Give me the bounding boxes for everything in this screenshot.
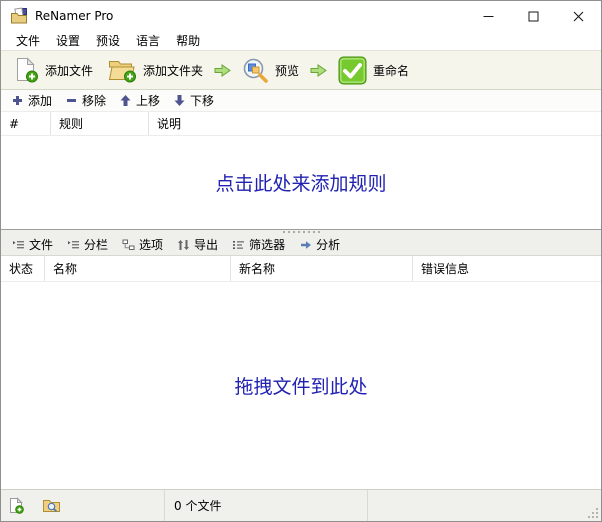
rename-label: 重命名: [373, 63, 410, 78]
splitter-grip-icon: [282, 231, 320, 233]
filters-menu-label: 筛选器: [249, 238, 286, 252]
preview-label: 预览: [275, 63, 300, 78]
green-right-arrow-icon: [214, 63, 231, 78]
minimize-button[interactable]: [466, 1, 511, 31]
arrow-up-icon: [120, 95, 131, 106]
files-column-error[interactable]: 错误信息: [413, 256, 601, 281]
minimize-icon: [483, 15, 494, 17]
files-menu-button[interactable]: 文件: [5, 236, 60, 253]
add-rule-button[interactable]: 添加: [5, 92, 59, 109]
rules-column-rule[interactable]: 规则: [51, 112, 149, 135]
statusbar-spacer: [368, 490, 601, 521]
files-column-status[interactable]: 状态: [1, 256, 45, 281]
renamer-pro-window: ReNamer Pro 文件 设置 预设 语言 帮助 添加文件 添加文件夹 预览…: [0, 0, 602, 522]
files-column-name[interactable]: 名称: [45, 256, 231, 281]
menu-help[interactable]: 帮助: [168, 32, 208, 49]
export-menu-button[interactable]: 导出: [170, 236, 225, 253]
rules-toolbar: 添加 移除 上移 下移: [1, 90, 601, 112]
files-menu-label: 文件: [29, 238, 54, 252]
page-plus-icon: [17, 57, 38, 83]
menu-settings[interactable]: 设置: [48, 32, 88, 49]
filters-menu-button[interactable]: 筛选器: [225, 236, 292, 253]
plus-icon: [13, 96, 22, 105]
menu-language[interactable]: 语言: [128, 32, 168, 49]
maximize-button[interactable]: [511, 1, 556, 31]
close-button[interactable]: [556, 1, 601, 31]
move-up-button[interactable]: 上移: [113, 92, 167, 109]
analyze-menu-label: 分析: [316, 238, 341, 252]
green-right-arrow-icon: [310, 63, 327, 78]
rules-table-header: # 规则 说明: [1, 112, 601, 136]
statusbar-actions: [1, 490, 165, 521]
filter-list-icon: [233, 240, 245, 249]
statusbar-add-file-button[interactable]: [9, 497, 24, 514]
options-menu-label: 选项: [139, 238, 164, 252]
maximize-icon: [528, 11, 539, 21]
rules-column-description[interactable]: 说明: [149, 112, 601, 135]
remove-rule-button[interactable]: 移除: [59, 92, 113, 109]
rules-column-number[interactable]: #: [1, 112, 51, 135]
list-menu-icon: [13, 240, 24, 248]
resize-grip-icon[interactable]: [588, 508, 598, 518]
menu-bar: 文件 设置 预设 语言 帮助: [1, 31, 601, 50]
add-folders-label: 添加文件夹: [143, 63, 204, 78]
flow-arrow-icon: [301, 240, 312, 249]
magnifier-icon: [243, 58, 268, 83]
analyze-menu-button[interactable]: 分析: [292, 236, 347, 253]
options-menu-button[interactable]: 选项: [115, 236, 170, 253]
preview-button[interactable]: 预览: [235, 51, 306, 89]
app-icon: [11, 7, 27, 24]
menu-presets[interactable]: 预设: [88, 32, 128, 49]
remove-rule-label: 移除: [82, 94, 107, 108]
export-menu-label: 导出: [194, 238, 219, 252]
window-title: ReNamer Pro: [35, 9, 114, 23]
move-down-button[interactable]: 下移: [167, 92, 221, 109]
files-column-newname[interactable]: 新名称: [231, 256, 413, 281]
nodes-icon: [122, 239, 135, 250]
move-down-label: 下移: [190, 94, 215, 108]
sort-arrows-icon: [178, 239, 190, 250]
window-controls: [466, 1, 601, 31]
move-up-label: 上移: [136, 94, 161, 108]
files-drop-area[interactable]: 拖拽文件到此处: [1, 282, 601, 489]
add-files-label: 添加文件: [45, 63, 94, 78]
menu-file[interactable]: 文件: [8, 32, 48, 49]
files-empty-hint: 拖拽文件到此处: [234, 376, 368, 398]
files-table-header: 状态 名称 新名称 错误信息: [1, 256, 601, 282]
main-toolbar: 添加文件 添加文件夹 预览 重命名: [1, 50, 601, 90]
arrow-down-icon: [174, 95, 185, 106]
columns-menu-label: 分栏: [84, 238, 109, 252]
columns-menu-button[interactable]: 分栏: [60, 236, 115, 253]
green-check-icon: [338, 56, 367, 84]
title-bar: ReNamer Pro: [1, 1, 601, 31]
folder-search-icon: [43, 499, 60, 512]
list-menu-icon: [68, 240, 80, 248]
minus-icon: [67, 99, 77, 102]
statusbar-browse-folder-button[interactable]: [42, 498, 61, 514]
statusbar-file-count: 0 个文件: [165, 490, 368, 521]
files-toolbar: 文件 分栏 选项 导出 筛选器 分析: [1, 234, 601, 256]
close-icon: [573, 11, 584, 21]
add-rule-label: 添加: [28, 94, 53, 108]
status-bar: 0 个文件: [1, 489, 601, 521]
rules-list-area[interactable]: 点击此处来添加规则: [1, 136, 601, 229]
folder-plus-icon: [108, 61, 137, 83]
page-plus-icon: [10, 497, 24, 514]
add-folders-button[interactable]: 添加文件夹: [100, 51, 210, 89]
rename-button[interactable]: 重命名: [331, 51, 416, 89]
rules-empty-hint[interactable]: 点击此处来添加规则: [215, 169, 386, 196]
add-files-button[interactable]: 添加文件: [6, 51, 100, 89]
